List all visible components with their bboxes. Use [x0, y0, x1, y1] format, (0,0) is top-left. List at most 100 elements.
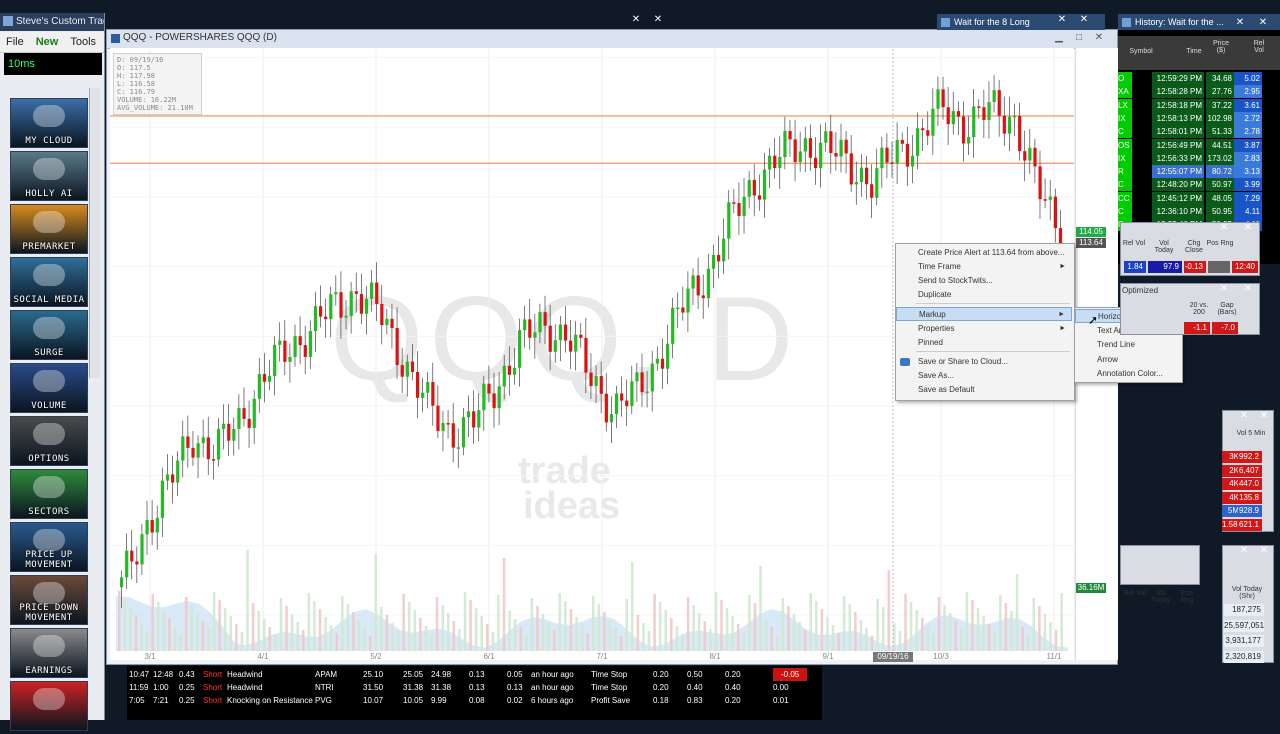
candlestick	[196, 443, 200, 458]
scan-cell-t1: 7:05	[129, 696, 145, 705]
history-row[interactable]: O 12:59:29 PM 34.68 5.02	[1118, 72, 1280, 85]
volume-bar	[686, 597, 690, 651]
context-menu-item[interactable]: Save As...	[896, 369, 1072, 383]
volume-bar	[692, 605, 695, 651]
context-menu-item[interactable]: Create Price Alert at 113.64 from above.…	[896, 246, 1072, 260]
history-row[interactable]: LX 12:58:18 PM 37.22 3.61	[1118, 98, 1280, 112]
close-icon[interactable]: ✕	[1240, 283, 1256, 295]
close-icon[interactable]: ✕	[1236, 545, 1252, 557]
history-row[interactable]: C 12:58:01 PM 51.33 2.78	[1118, 125, 1280, 139]
close-icon[interactable]: ✕	[628, 14, 644, 26]
history-row[interactable]: IX 12:56:33 PM 173.02 2.83	[1118, 151, 1280, 165]
launcher-tile[interactable]	[10, 681, 88, 731]
volume-bar	[993, 632, 997, 651]
history-column-header[interactable]: Time	[1174, 48, 1214, 55]
history-row[interactable]: C 12:36:10 PM 50.95 4.11	[1118, 205, 1280, 218]
candlestick	[461, 417, 466, 448]
volume-bar	[274, 635, 277, 651]
context-menu-item[interactable]: Time Frame ►	[896, 260, 1072, 274]
close-icon[interactable]: ✕	[650, 14, 666, 26]
candlestick	[599, 376, 603, 394]
volume-bar	[285, 606, 288, 651]
close-icon[interactable]: ✕	[1216, 283, 1232, 295]
context-menu-item[interactable]: Send to StockTwits...	[896, 274, 1072, 288]
volume-bar	[262, 619, 266, 651]
vol-today-cell: 2,320,819	[1224, 650, 1264, 663]
context-menu-item[interactable]: Properties ►	[896, 322, 1072, 336]
scan-cell-strategy: Knocking on Resistance	[227, 696, 313, 705]
scan-row[interactable]: 11:59 1:00 0.25 Short Headwind NTRI 31.50 31.38…	[127, 681, 822, 694]
history-column-header[interactable]: Price ($)	[1210, 40, 1232, 54]
context-menu-item[interactable]: Markup ►	[896, 307, 1072, 321]
launcher-tile[interactable]: MY CLOUD	[10, 98, 88, 148]
close-icon[interactable]: ✕	[1236, 410, 1252, 422]
volume-bar	[759, 566, 762, 651]
candlestick	[145, 519, 149, 535]
close-icon[interactable]: ✕	[1076, 14, 1092, 26]
close-icon[interactable]: ✕	[1054, 14, 1070, 26]
scan-row[interactable]: 7:05 7:21 0.25 Short Knocking on Resistance P…	[127, 694, 822, 707]
volume-bar	[764, 619, 768, 651]
scan-row[interactable]: 10:47 12:48 0.43 Short Headwind APAM 25.10 25.0…	[127, 668, 822, 681]
wave-icon	[33, 317, 65, 339]
close-icon[interactable]: ✕	[1256, 410, 1272, 422]
launcher-tile[interactable]: EARNINGS	[10, 628, 88, 678]
candlestick	[176, 460, 180, 483]
scan-cell-e1: 0.18	[653, 696, 669, 705]
launcher-tile[interactable]: HOLLY AI	[10, 151, 88, 201]
volume-bar	[569, 609, 573, 651]
candlestick	[216, 429, 221, 460]
close-icon[interactable]: ✕	[1216, 222, 1232, 234]
history-cell-sym: OS	[1118, 138, 1132, 152]
menu-tools[interactable]: Tools	[64, 32, 102, 48]
launcher-tile[interactable]: PRICE UP MOVEMENT	[10, 522, 88, 572]
menu-file[interactable]: File	[0, 32, 30, 48]
history-column-header[interactable]: Symbol	[1121, 48, 1161, 55]
history-row[interactable]: R 12:55:07 PM 80.72 3.13	[1118, 165, 1280, 179]
volume-bar	[525, 635, 528, 651]
history-row[interactable]: CC 12:45:12 PM 48.05 7.29	[1118, 191, 1280, 205]
menu-new[interactable]: New	[30, 32, 65, 48]
volume-bar	[497, 595, 500, 651]
markup-submenu-item[interactable]: Annotation Color...	[1075, 367, 1180, 381]
candlestick	[574, 334, 578, 352]
volume-bar	[881, 607, 885, 651]
history-row[interactable]: C 12:48:20 PM 50.97 3.99	[1118, 178, 1280, 192]
context-menu-item[interactable]: Duplicate	[896, 288, 1072, 302]
scan-cell-t1: 11:59	[129, 683, 149, 692]
scan-cell-p3: 24.98	[431, 670, 452, 679]
candlestick	[1053, 196, 1057, 229]
markup-submenu-item[interactable]: Arrow	[1075, 353, 1180, 367]
volume-bar	[826, 617, 829, 651]
launcher-tile[interactable]: SURGE	[10, 310, 88, 360]
close-icon[interactable]: ✕	[1240, 222, 1256, 234]
close-icon[interactable]: ✕	[1255, 17, 1271, 29]
history-row[interactable]: OS 12:56:49 PM 44.51 3.87	[1118, 138, 1280, 152]
context-menu-item[interactable]: Pinned	[896, 336, 1072, 350]
close-icon[interactable]: ✕	[1256, 545, 1272, 557]
candlestick	[533, 332, 537, 338]
launcher-tile[interactable]: OPTIONS	[10, 416, 88, 466]
history-row[interactable]: XA 12:58:28 PM 27.76 2.95	[1118, 85, 1280, 99]
launcher-tile[interactable]: PREMARKET	[10, 204, 88, 254]
history-cell-rv: 4.11	[1234, 205, 1262, 218]
x-tick-label: 4/1	[257, 652, 269, 661]
context-menu-item[interactable]: Save or Share to Cloud...	[896, 355, 1072, 369]
close-icon[interactable]: ✕	[1232, 17, 1248, 29]
volume-bar	[235, 624, 238, 651]
launcher-tile[interactable]: PRICE DOWN MOVEMENT	[10, 575, 88, 625]
volume-bar	[313, 601, 316, 651]
launcher-tile[interactable]: SECTORS	[10, 469, 88, 519]
history-cell-rv: 3.99	[1234, 178, 1262, 192]
candlestick	[992, 90, 996, 102]
tile-scrollbar[interactable]	[89, 88, 100, 378]
launcher-tile[interactable]: VOLUME	[10, 363, 88, 413]
app-titlebar[interactable]: Steve's Custom Trade-Ideas Pro	[0, 13, 104, 31]
candlestick	[232, 428, 236, 441]
markup-submenu-item[interactable]: Trend Line	[1075, 338, 1180, 352]
launcher-tile[interactable]: SOCIAL MEDIA	[10, 257, 88, 307]
history-column-header[interactable]: Rel Vol	[1248, 40, 1270, 54]
volume-bar	[391, 623, 394, 651]
history-row[interactable]: IX 12:58:13 PM 102.98 2.72	[1118, 111, 1280, 125]
context-menu-item[interactable]: Save as Default	[896, 383, 1072, 397]
